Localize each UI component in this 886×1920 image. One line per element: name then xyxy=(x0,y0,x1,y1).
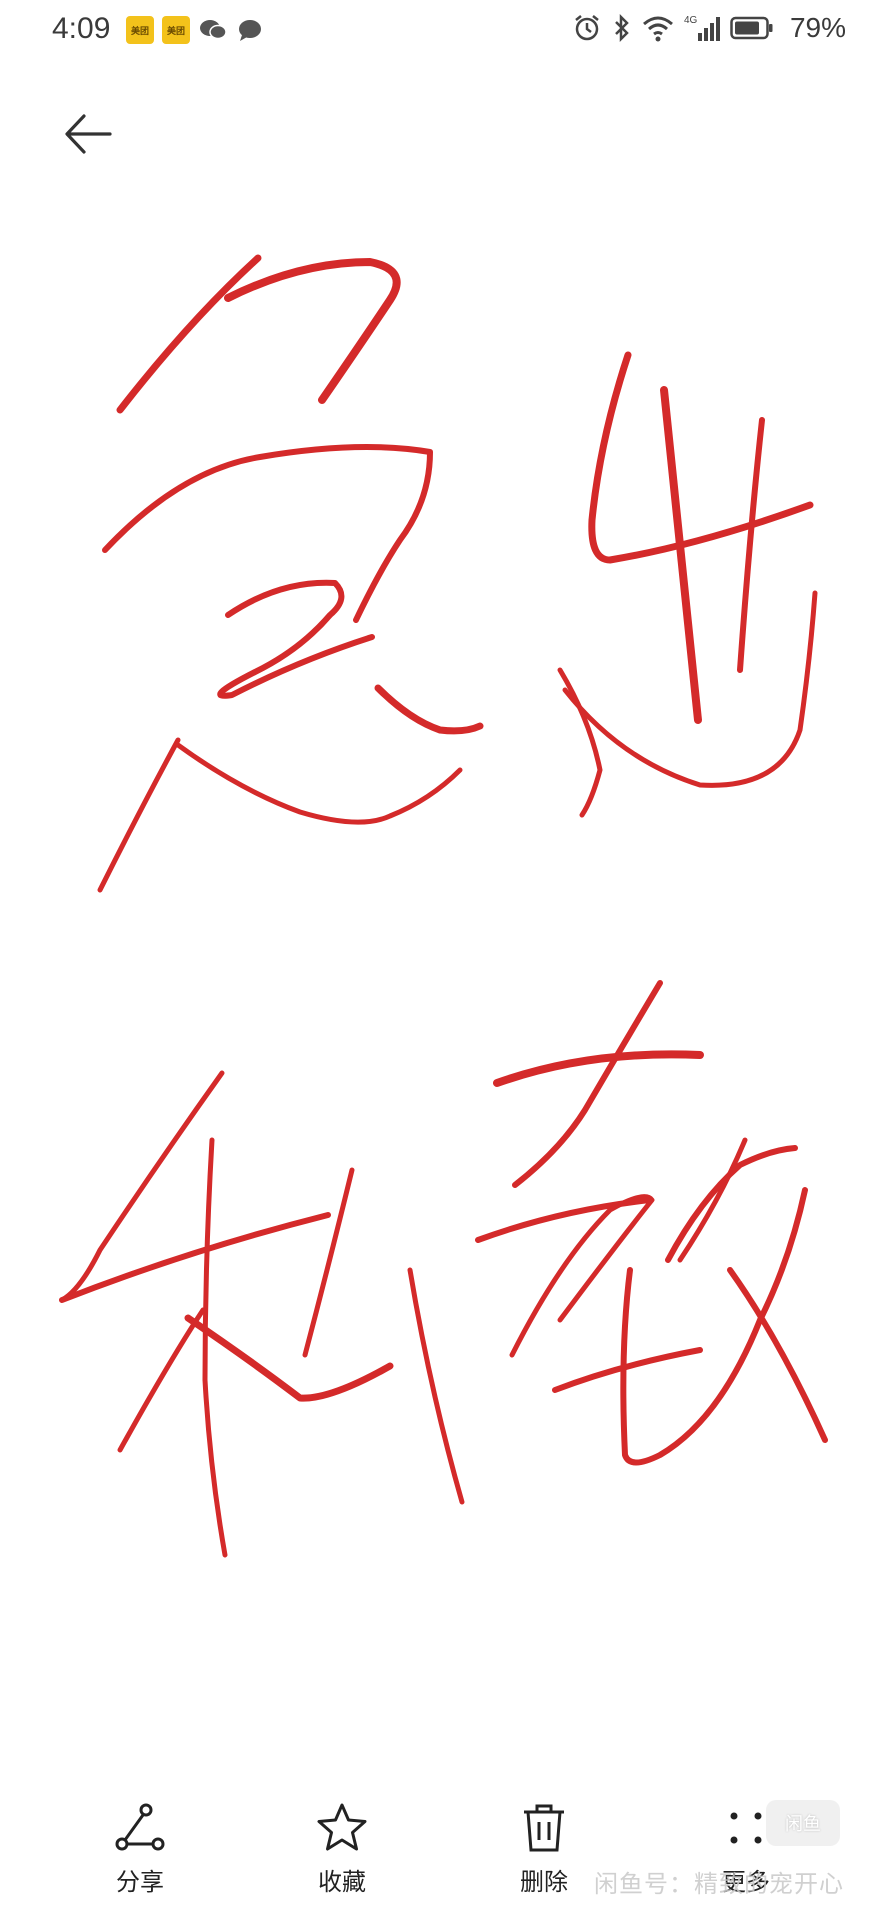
bluetooth-icon xyxy=(615,13,629,43)
wechat-icon xyxy=(200,20,227,40)
wifi-icon xyxy=(642,16,673,42)
svg-text:4G: 4G xyxy=(684,15,698,26)
handwriting-strokes xyxy=(59,254,828,1558)
bottom-toolbar: 分享 收藏 删除 更多 xyxy=(0,1800,886,1920)
cellular-signal-icon: 4G xyxy=(684,15,720,41)
share-button[interactable]: 分享 xyxy=(80,1800,200,1910)
trash-icon xyxy=(516,1800,572,1856)
favorite-label: 收藏 xyxy=(318,1868,366,1896)
battery-percent: 79% xyxy=(789,12,846,43)
battery-icon xyxy=(730,16,773,40)
watermark-text: 闲鱼号：精致的宠开心 xyxy=(594,1870,844,1898)
delete-label: 删除 xyxy=(520,1868,568,1896)
favorite-button[interactable]: 收藏 xyxy=(282,1800,402,1910)
back-button[interactable] xyxy=(58,104,118,164)
share-label: 分享 xyxy=(116,1868,164,1896)
alarm-icon xyxy=(575,15,599,41)
notification-icons: 美团 美团 xyxy=(126,16,264,44)
watermark-logo: 闲鱼 xyxy=(766,1800,840,1846)
status-right: 4G 79% xyxy=(572,12,846,44)
star-icon xyxy=(314,1800,370,1856)
back-arrow-icon xyxy=(65,114,112,154)
meituan-app-icon: 美团 xyxy=(162,16,190,44)
share-icon xyxy=(112,1800,168,1856)
handwriting-image xyxy=(0,200,886,1620)
message-icon xyxy=(239,20,261,41)
status-bar: 4:09 美团 美团 4G 79% xyxy=(0,0,886,64)
delete-button[interactable]: 删除 xyxy=(484,1800,604,1910)
meituan-app-icon: 美团 xyxy=(126,16,154,44)
status-time: 4:09 xyxy=(52,12,111,45)
